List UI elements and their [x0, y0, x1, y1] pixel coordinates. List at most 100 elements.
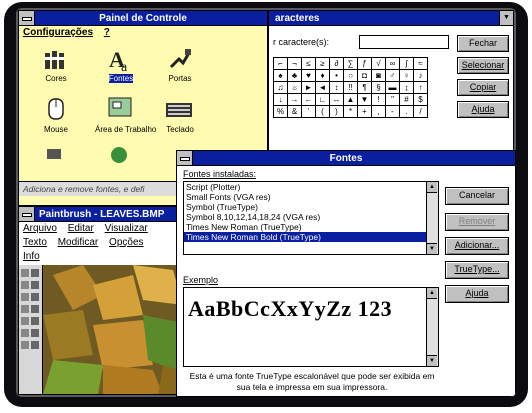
keyboard-settings-icon[interactable] — [165, 99, 193, 119]
char-cell[interactable]: ⌐ — [274, 58, 288, 70]
character-grid[interactable]: ⌐ ¬ ≤ ≥ ∂ ∑ ƒ √ ∞ ∫ ≈ ♠ ♣ ♥ ♦ • ○ ◘ ◙ ♂ ♀ ♪ ♫ ☼ ► ◄ ↕ ‼ ¶ § ▬ ↨ ↑ ↓ → ← ∟ ↔ ▲ ▼… — [273, 57, 428, 118]
scroll-down-icon[interactable]: ▼ — [427, 243, 437, 254]
cancel-button[interactable]: Cancelar — [445, 187, 509, 205]
char-cell[interactable]: ↨ — [400, 82, 414, 94]
colors-icon[interactable] — [43, 47, 69, 73]
char-cell[interactable]: * — [344, 106, 358, 118]
paintbrush-toolbox[interactable] — [19, 265, 43, 394]
menu-arquivo[interactable]: Arquivo — [23, 223, 57, 234]
char-cell[interactable]: - — [386, 106, 400, 118]
icon-label-area-trabalho[interactable]: Área de Trabalho — [95, 125, 156, 134]
char-cell[interactable]: ♣ — [288, 70, 302, 82]
char-cell[interactable]: ▲ — [344, 94, 358, 106]
char-cell[interactable]: & — [288, 106, 302, 118]
char-cell[interactable]: ∂ — [330, 58, 344, 70]
menu-opcoes[interactable]: Opções — [109, 237, 143, 248]
sample-scroll-up-icon[interactable]: ▲ — [427, 288, 437, 299]
char-cell[interactable]: ↓ — [274, 94, 288, 106]
menu-help[interactable]: ? — [104, 27, 110, 38]
font-list-item[interactable]: Small Fonts (VGA res) — [184, 192, 438, 202]
char-cell[interactable]: ↕ — [330, 82, 344, 94]
font-list-item[interactable]: Times New Roman (TrueType) — [184, 222, 438, 232]
char-cell[interactable]: ♥ — [302, 70, 316, 82]
char-cell[interactable]: ∫ — [400, 58, 414, 70]
sample-scroll-down-icon[interactable]: ▼ — [427, 355, 437, 366]
char-cell[interactable]: ! — [372, 94, 386, 106]
char-cell[interactable]: / — [414, 106, 428, 118]
network-icon[interactable] — [45, 145, 65, 163]
icon-label-mouse[interactable]: Mouse — [30, 125, 82, 134]
char-cell[interactable]: ♫ — [274, 82, 288, 94]
menu-modificar[interactable]: Modificar — [58, 237, 99, 248]
char-cell[interactable]: ♦ — [316, 70, 330, 82]
char-cell[interactable]: ∟ — [316, 94, 330, 106]
char-cell[interactable]: ( — [316, 106, 330, 118]
copy-button[interactable]: Copiar — [457, 79, 509, 96]
char-cell[interactable]: ♂ — [386, 70, 400, 82]
char-cell[interactable]: ♪ — [414, 70, 428, 82]
installed-fonts-list[interactable]: Script (Plotter) Small Fonts (VGA res) Sym… — [183, 181, 439, 255]
char-cell[interactable]: • — [330, 70, 344, 82]
font-list-item[interactable]: Symbol (TrueType) — [184, 202, 438, 212]
fonts-icon[interactable]: A a — [107, 45, 135, 75]
char-cell[interactable]: ∑ — [344, 58, 358, 70]
char-cell[interactable]: $ — [414, 94, 428, 106]
fonts-list-scrollbar[interactable]: ▲ ▼ — [426, 182, 438, 254]
menu-texto[interactable]: Texto — [23, 237, 47, 248]
control-panel-titlebar[interactable]: Painel de Controle — [19, 11, 267, 26]
system-menu-icon[interactable] — [19, 11, 35, 25]
desktop-settings-icon[interactable] — [107, 95, 133, 121]
scroll-up-icon[interactable]: ▲ — [427, 182, 437, 193]
char-cell[interactable]: ‼ — [344, 82, 358, 94]
charmap-titlebar[interactable]: aracteres ▼ — [269, 11, 513, 26]
char-cell[interactable]: ≥ — [316, 58, 330, 70]
truetype-button[interactable]: TrueType... — [445, 261, 509, 279]
char-cell[interactable]: ' — [302, 106, 316, 118]
fonts-system-menu-icon[interactable] — [177, 151, 193, 165]
char-cell[interactable]: ◘ — [358, 70, 372, 82]
char-cell[interactable]: + — [358, 106, 372, 118]
char-cell[interactable]: √ — [372, 58, 386, 70]
char-cell[interactable]: ≤ — [302, 58, 316, 70]
char-cell[interactable]: % — [274, 106, 288, 118]
fonts-titlebar[interactable]: Fontes — [177, 151, 515, 166]
char-cell[interactable]: ▬ — [386, 82, 400, 94]
char-cell[interactable]: . — [400, 106, 414, 118]
char-cell[interactable]: ↑ — [414, 82, 428, 94]
char-cell[interactable]: # — [400, 94, 414, 106]
char-cell[interactable]: ƒ — [358, 58, 372, 70]
char-cell[interactable]: ≈ — [414, 58, 428, 70]
add-button[interactable]: Adicionar... — [445, 237, 509, 255]
international-globe-icon[interactable] — [109, 145, 129, 163]
char-cell[interactable]: ) — [330, 106, 344, 118]
icon-label-teclado[interactable]: Teclado — [154, 125, 206, 134]
remove-button[interactable]: Remover — [445, 213, 509, 231]
menu-visualizar[interactable]: Visualizar — [105, 223, 148, 234]
char-cell[interactable]: ¶ — [358, 82, 372, 94]
chars-to-copy-input[interactable] — [359, 35, 449, 49]
help-button[interactable]: Ajuda — [457, 101, 509, 118]
char-cell[interactable]: ▼ — [358, 94, 372, 106]
char-cell[interactable]: ◙ — [372, 70, 386, 82]
icon-label-cores[interactable]: Cores — [30, 74, 82, 83]
minimize-button[interactable]: ▼ — [499, 11, 513, 25]
menu-editar[interactable]: Editar — [68, 223, 94, 234]
paintbrush-system-menu-icon[interactable] — [19, 207, 35, 221]
close-button[interactable]: Fechar — [457, 35, 509, 52]
char-cell[interactable]: → — [288, 94, 302, 106]
menu-info[interactable]: Info — [23, 251, 40, 262]
char-cell[interactable]: ♀ — [400, 70, 414, 82]
char-cell[interactable]: § — [372, 82, 386, 94]
sample-scrollbar[interactable]: ▲ ▼ — [426, 288, 438, 366]
font-list-item[interactable]: Times New Roman Bold (TrueType) — [184, 232, 438, 242]
char-cell[interactable]: ↔ — [330, 94, 344, 106]
ports-icon[interactable] — [167, 47, 193, 73]
char-cell[interactable]: ♠ — [274, 70, 288, 82]
font-list-item[interactable]: Script (Plotter) — [184, 182, 438, 192]
char-cell[interactable]: ○ — [344, 70, 358, 82]
char-cell[interactable]: ∞ — [386, 58, 400, 70]
char-cell[interactable]: ← — [302, 94, 316, 106]
paintbrush-titlebar[interactable]: Paintbrush - LEAVES.BMP — [19, 207, 193, 222]
icon-label-fontes[interactable]: Fontes — [108, 74, 134, 83]
char-cell[interactable]: ► — [302, 82, 316, 94]
